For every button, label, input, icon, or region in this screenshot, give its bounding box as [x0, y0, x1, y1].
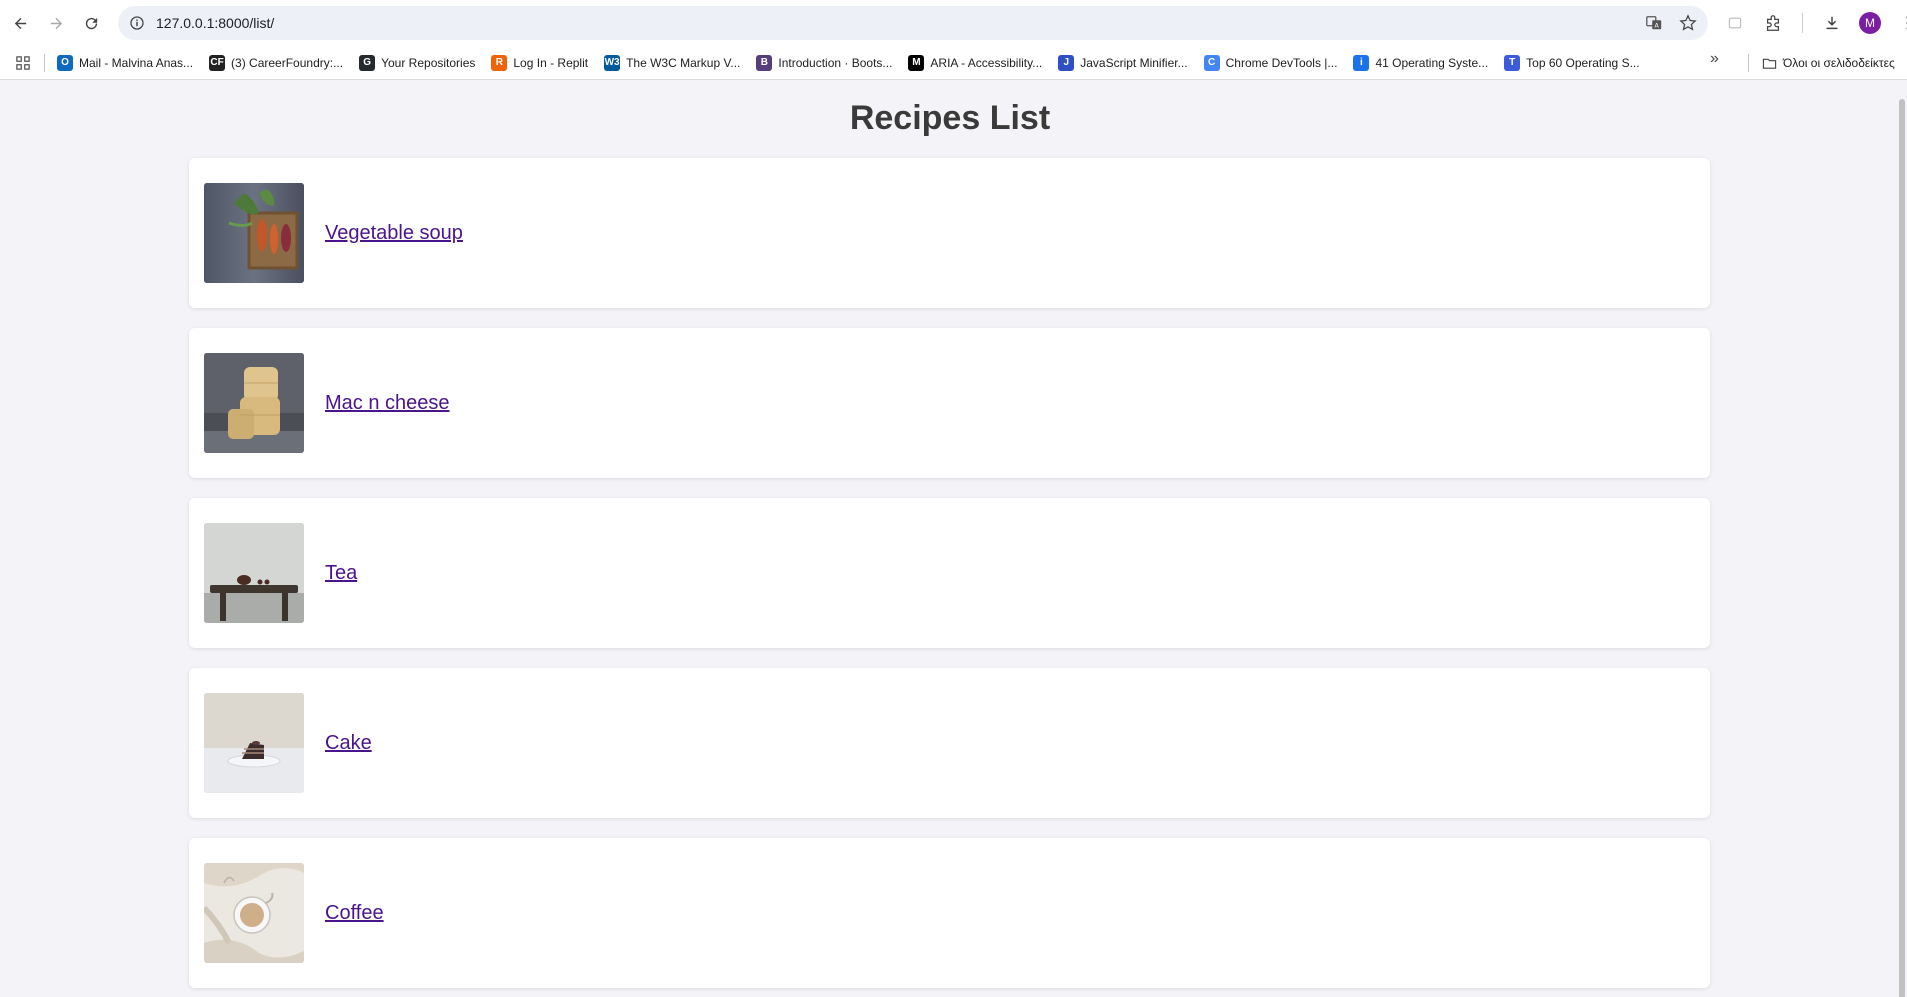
- bookmark-label: Chrome DevTools |...: [1225, 55, 1338, 70]
- recipe-link[interactable]: Tea: [325, 562, 357, 585]
- recipe-link[interactable]: Vegetable soup: [325, 222, 463, 245]
- page-content: Recipes List Vegetable soup Mac n cheese…: [0, 81, 1907, 997]
- browser-toolbar: 127.0.0.1:8000/list/ A M: [0, 0, 1907, 46]
- recipe-thumbnail[interactable]: [204, 353, 304, 453]
- folder-icon: [1762, 58, 1777, 69]
- cake-slice-photo: [204, 693, 304, 793]
- careerfoundry-icon: CF: [209, 54, 226, 71]
- recipe-card: Mac n cheese: [189, 328, 1710, 478]
- recipe-thumbnail[interactable]: [204, 183, 304, 283]
- globe-icon: T: [1504, 54, 1521, 71]
- bookmark-item[interactable]: G Your Repositories: [359, 50, 475, 76]
- reload-icon: [85, 17, 97, 29]
- replit-icon: R: [491, 54, 508, 71]
- github-icon: G: [359, 54, 376, 71]
- bookmark-label: Your Repositories: [381, 55, 476, 70]
- bookmark-label: (3) CareerFoundry:...: [231, 55, 344, 70]
- all-bookmarks-label: Όλοι οι σελιδοδείκτες: [1783, 56, 1895, 70]
- forward-button[interactable]: [39, 6, 73, 40]
- bookmark-list: O Mail - Malvina Anas... CF (3) CareerFound…: [57, 50, 1656, 76]
- bookmark-star-icon[interactable]: [1678, 13, 1698, 33]
- vegetables-basket-photo: [204, 183, 304, 283]
- forward-arrow-icon: [50, 17, 62, 29]
- chrome-icon: C: [1203, 54, 1220, 71]
- bootstrap-icon: B: [756, 54, 773, 71]
- coffee-cup-photo: [204, 863, 304, 963]
- menu-kebab-icon[interactable]: [1893, 8, 1907, 38]
- all-bookmarks-folder[interactable]: Όλοι οι σελιδοδείκτες: [1762, 46, 1895, 79]
- back-arrow-icon: [14, 17, 26, 29]
- bookmarks-separator: [44, 53, 45, 72]
- page-scrollbar[interactable]: [1895, 81, 1907, 997]
- recipe-link[interactable]: Cake: [325, 732, 372, 755]
- bookmark-item[interactable]: T Top 60 Operating S...: [1504, 50, 1640, 76]
- back-button[interactable]: [3, 6, 37, 40]
- recipe-card: Coffee: [189, 838, 1710, 988]
- bookmark-item[interactable]: CF (3) CareerFoundry:...: [209, 50, 343, 76]
- teapot-on-stool-photo: [204, 523, 304, 623]
- address-bar[interactable]: 127.0.0.1:8000/list/ A: [118, 6, 1708, 40]
- bookmarks-bar: O Mail - Malvina Anas... CF (3) CareerFound…: [0, 46, 1907, 80]
- bookmark-label: The W3C Markup V...: [626, 55, 741, 70]
- site-info-icon[interactable]: [128, 14, 146, 32]
- bookmark-label: Mail - Malvina Anas...: [79, 55, 194, 70]
- bookmark-label: Log In - Replit: [513, 55, 589, 70]
- bookmark-label: ARIA - Accessibility...: [930, 55, 1043, 70]
- apps-grid-icon[interactable]: [14, 54, 32, 72]
- profile-button[interactable]: M: [1855, 8, 1885, 38]
- info-site-icon: i: [1353, 54, 1370, 71]
- recipe-thumbnail[interactable]: [204, 693, 304, 793]
- profile-avatar: M: [1859, 12, 1881, 34]
- bookmarks-folder-separator: [1748, 54, 1749, 72]
- minifier-icon: J: [1058, 54, 1075, 71]
- w3c-icon: W3: [604, 54, 621, 71]
- svg-text:A: A: [1655, 23, 1660, 30]
- recipe-thumbnail[interactable]: [204, 863, 304, 963]
- bookmark-label: JavaScript Minifier...: [1080, 55, 1188, 70]
- bookmark-item[interactable]: M ARIA - Accessibility...: [908, 50, 1042, 76]
- reload-button[interactable]: [74, 6, 108, 40]
- cheese-wheels-photo: [204, 353, 304, 453]
- recipe-card: Vegetable soup: [189, 158, 1710, 308]
- bookmark-item[interactable]: i 41 Operating Syste...: [1353, 50, 1488, 76]
- bookmark-item[interactable]: J JavaScript Minifier...: [1058, 50, 1188, 76]
- recipe-thumbnail[interactable]: [204, 523, 304, 623]
- bookmark-label: Introduction · Boots...: [778, 55, 893, 70]
- extensions-icon[interactable]: [1758, 8, 1788, 38]
- bookmark-label: 41 Operating Syste...: [1375, 55, 1489, 70]
- bookmark-item[interactable]: O Mail - Malvina Anas...: [57, 50, 193, 76]
- bookmark-item[interactable]: B Introduction · Boots...: [756, 50, 892, 76]
- recipe-link[interactable]: Mac n cheese: [325, 392, 450, 415]
- translate-icon[interactable]: A: [1644, 13, 1664, 33]
- toolbar-divider: [1802, 13, 1803, 33]
- tab-search-icon[interactable]: [1720, 8, 1750, 38]
- recipe-link[interactable]: Coffee: [325, 902, 384, 925]
- recipe-card: Tea: [189, 498, 1710, 648]
- recipe-card: Cake: [189, 668, 1710, 818]
- scrollbar-thumb[interactable]: [1899, 99, 1905, 997]
- url-text[interactable]: 127.0.0.1:8000/list/: [156, 15, 274, 31]
- more-bookmarks-chevron-icon[interactable]: »: [1710, 50, 1719, 68]
- downloads-icon[interactable]: [1817, 8, 1847, 38]
- mdn-icon: M: [908, 54, 925, 71]
- page-title: Recipes List: [849, 99, 1051, 137]
- bookmark-item[interactable]: R Log In - Replit: [491, 50, 588, 76]
- bookmark-label: Top 60 Operating S...: [1526, 55, 1640, 70]
- outlook-icon: O: [57, 54, 73, 71]
- bookmark-item[interactable]: C Chrome DevTools |...: [1203, 50, 1338, 76]
- bookmark-item[interactable]: W3 The W3C Markup V...: [604, 50, 740, 76]
